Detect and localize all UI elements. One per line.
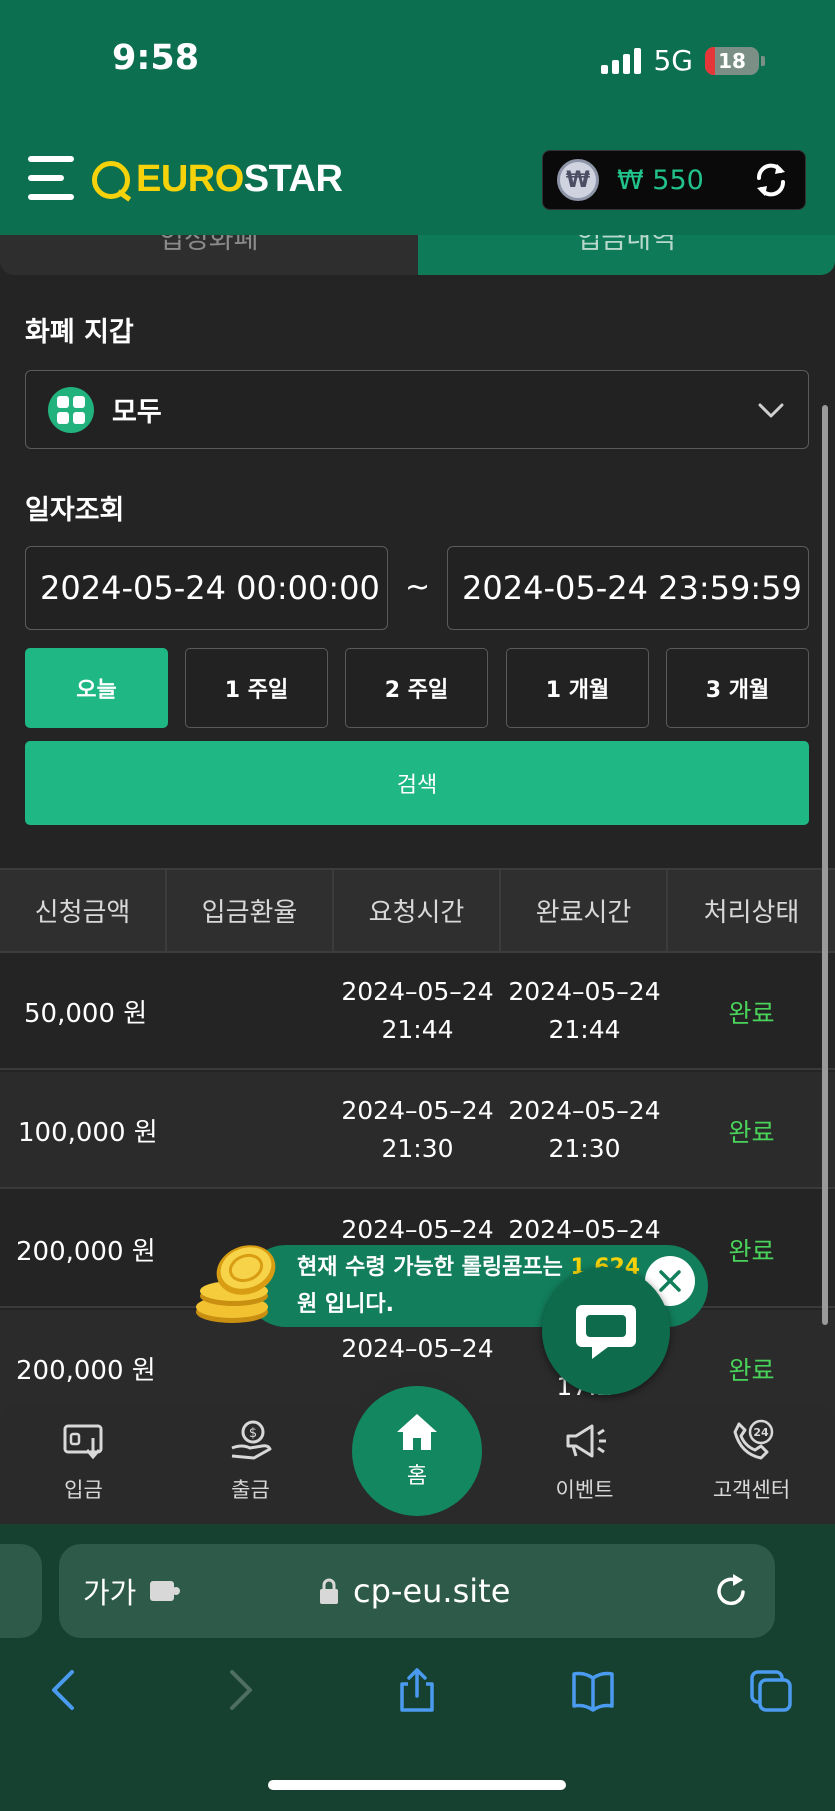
battery-icon: 18 — [705, 46, 759, 75]
wallet-select[interactable]: 모두 — [25, 370, 809, 449]
eurostar-logo[interactable]: EUROSTAR — [92, 158, 343, 201]
cell-request-time: 2024–05–24 — [341, 1215, 494, 1244]
home-icon — [397, 1414, 437, 1450]
logo-mark-icon — [92, 160, 130, 199]
svg-text:24: 24 — [753, 1426, 769, 1439]
support-24-icon: 24 — [733, 1419, 773, 1460]
wallet-label: 화폐 지갑 — [25, 317, 134, 348]
tab-deposit-currency[interactable]: 입정화폐 — [0, 235, 418, 275]
cell-amount: 200,000 원 — [16, 1237, 156, 1267]
network-type: 5G — [653, 44, 693, 77]
date-separator: ~ — [405, 570, 431, 605]
nav-support[interactable]: 24 고객센터 — [668, 1418, 835, 1504]
date-label: 일자조회 — [25, 495, 125, 526]
close-icon — [659, 1270, 681, 1292]
tabs-icon[interactable] — [748, 1666, 794, 1714]
battery-level: 18 — [718, 48, 746, 73]
megaphone-icon — [566, 1424, 606, 1458]
app-header: 9:58 5G 18 EUROSTAR ₩ ₩ 550 — [0, 0, 835, 235]
tab-bar: 입정화폐 입금내역 — [0, 235, 835, 275]
table-header: 신청금액 입금환율 요청시간 완료시간 처리상태 — [0, 868, 835, 953]
period-2-weeks-button[interactable]: 2 주일 — [345, 648, 488, 728]
svg-text:$: $ — [248, 1426, 256, 1441]
start-date-input[interactable]: 2024-05-24 00:00:00 — [25, 546, 388, 630]
table-row: 100,000 원 2024–05–24 21:30 2024–05–24 21:3… — [0, 1072, 835, 1189]
cell-complete-time: 2024–05–24 21:30 — [508, 1096, 661, 1163]
extension-icon[interactable] — [148, 1578, 182, 1604]
chevron-down-icon — [758, 403, 784, 417]
cell-amount: 50,000 원 — [24, 999, 148, 1029]
url-text: cp-eu.site — [353, 1572, 511, 1610]
all-wallets-icon — [48, 386, 94, 433]
deposit-icon — [63, 1424, 102, 1460]
gold-coins-icon — [196, 1245, 276, 1323]
col-request-amount: 신청금액 — [0, 870, 167, 951]
wallet-balance[interactable]: ₩ ₩ 550 — [542, 150, 806, 210]
logo-suffix: STAR — [243, 158, 343, 200]
search-button[interactable]: 검색 — [25, 741, 809, 825]
previous-tab-preview[interactable] — [0, 1544, 42, 1638]
cell-request-time: 2024–05–24 — [341, 1334, 494, 1363]
period-1-month-button[interactable]: 1 개월 — [506, 648, 649, 728]
reload-icon[interactable] — [713, 1572, 751, 1610]
tab-deposit-history[interactable]: 입금내역 — [417, 235, 835, 275]
period-today-button[interactable]: 오늘 — [25, 648, 168, 728]
table-row: 50,000 원 2024–05–24 21:44 2024–05–24 21:44… — [0, 953, 835, 1070]
cell-status: 완료 — [728, 998, 775, 1028]
cell-request-time: 2024–05–24 21:30 — [341, 1096, 494, 1163]
col-request-time: 요청시간 — [334, 870, 501, 951]
cell-request-time: 2024–05–24 21:44 — [341, 977, 494, 1044]
back-icon[interactable] — [40, 1666, 86, 1714]
bookmarks-icon[interactable] — [570, 1666, 616, 1714]
wallet-select-value: 모두 — [112, 397, 162, 428]
menu-icon[interactable] — [28, 156, 74, 200]
cell-amount: 100,000 원 — [18, 1118, 158, 1148]
chat-icon — [576, 1305, 636, 1359]
cell-complete-time: 2024–05–24 — [508, 1215, 661, 1244]
live-chat-button[interactable] — [542, 1267, 670, 1395]
won-coin-icon: ₩ — [557, 159, 599, 201]
cellular-signal-icon — [601, 47, 642, 74]
period-3-months-button[interactable]: 3 개월 — [666, 648, 809, 728]
share-icon[interactable] — [394, 1666, 440, 1714]
refresh-icon[interactable] — [751, 160, 791, 200]
withdraw-icon: $ — [230, 1420, 271, 1460]
wallet-amount: ₩ 550 — [617, 164, 704, 196]
scrollbar[interactable] — [822, 405, 828, 1325]
status-time: 9:58 — [112, 38, 200, 78]
col-status: 처리상태 — [703, 898, 800, 928]
nav-home[interactable]: 홈 — [352, 1386, 482, 1516]
col-complete-time: 완료시간 — [501, 870, 668, 951]
end-date-input[interactable]: 2024-05-24 23:59:59 — [447, 546, 809, 630]
nav-event[interactable]: 이벤트 — [501, 1418, 668, 1504]
col-deposit-rate: 입금환율 — [167, 870, 334, 951]
home-indicator — [268, 1780, 566, 1790]
logo-prefix: EURO — [136, 158, 244, 200]
lock-icon — [320, 1578, 338, 1604]
status-indicators: 5G 18 — [601, 44, 765, 77]
forward-icon[interactable] — [218, 1666, 264, 1714]
text-size-button[interactable]: 가가 — [83, 1570, 136, 1612]
address-bar[interactable]: 가가 cp-eu.site — [59, 1544, 775, 1638]
cell-complete-time: 2024–05–24 21:44 — [508, 977, 661, 1044]
nav-withdraw[interactable]: $ 출금 — [167, 1418, 334, 1504]
nav-deposit[interactable]: 입금 — [0, 1418, 167, 1504]
period-1-week-button[interactable]: 1 주일 — [185, 648, 328, 728]
cell-status: 완료 — [728, 1117, 775, 1147]
